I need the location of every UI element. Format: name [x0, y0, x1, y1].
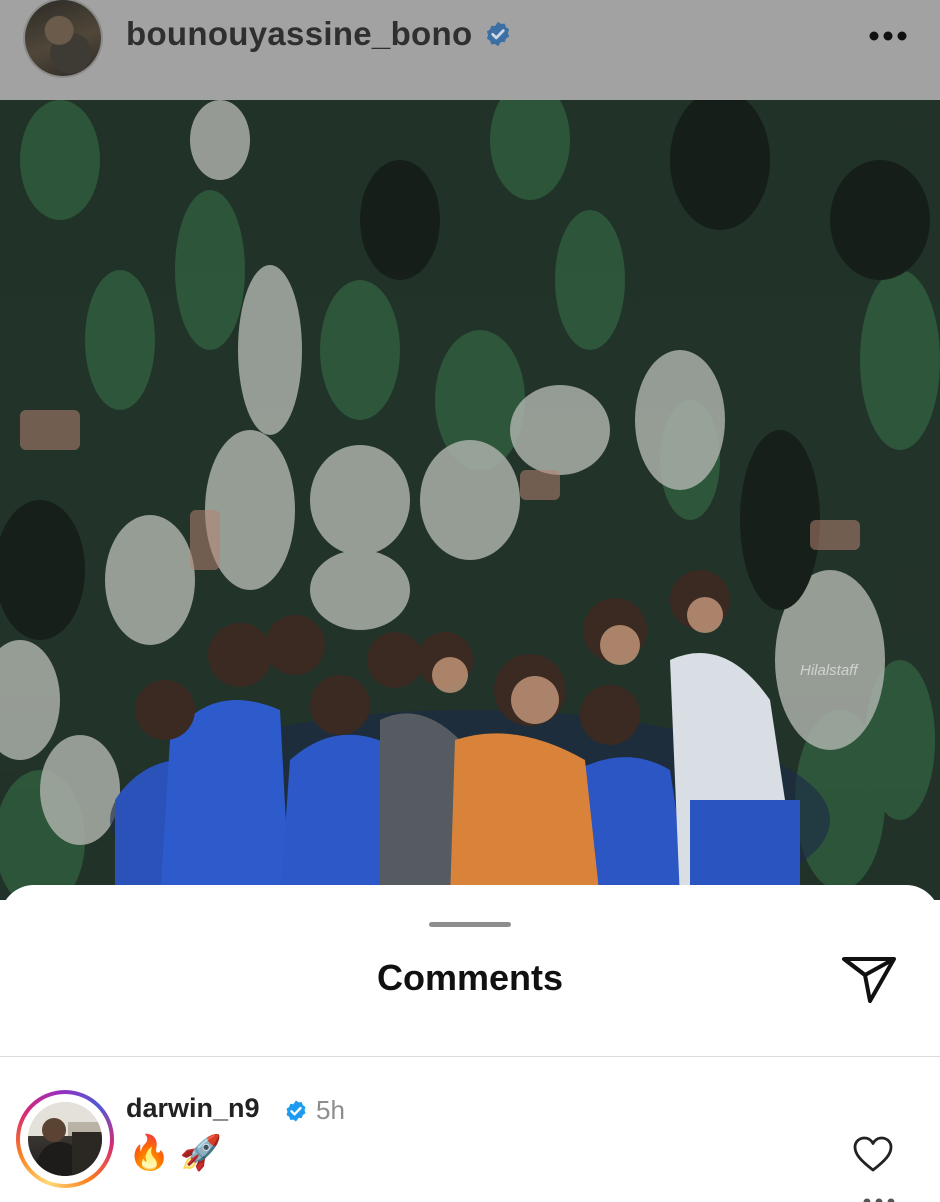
more-horizontal-icon[interactable]: [868, 30, 908, 42]
heart-outline-icon[interactable]: [852, 1135, 894, 1173]
comment-item: darwin_n9 5h 🔥 🚀: [0, 1085, 940, 1200]
post-author-username[interactable]: bounouyassine_bono: [126, 15, 472, 53]
comments-title: Comments: [0, 957, 940, 999]
verified-badge-icon: [484, 20, 512, 48]
comments-sheet: Comments darwin_n9: [0, 885, 940, 1200]
post-header: bounouyassine_bono: [0, 0, 940, 100]
avatar-image: [28, 1102, 102, 1176]
comment-more-icon[interactable]: [863, 1196, 895, 1202]
sheet-divider: [0, 1056, 940, 1057]
post-photo[interactable]: Hilalstaff: [0, 100, 940, 900]
comment-text: 🔥 🚀: [128, 1133, 222, 1173]
comment-timestamp: 5h: [316, 1095, 345, 1126]
avatar-ring-gap: [20, 1094, 110, 1184]
send-icon[interactable]: [840, 953, 898, 1005]
post-author-avatar[interactable]: [25, 0, 101, 76]
comment-avatar[interactable]: [16, 1090, 114, 1188]
photo-watermark: Hilalstaff: [800, 662, 858, 679]
verified-badge-icon: [284, 1099, 308, 1123]
comment-username[interactable]: darwin_n9: [126, 1093, 260, 1124]
drag-handle[interactable]: [429, 922, 511, 927]
post-photo-image: [0, 100, 940, 900]
